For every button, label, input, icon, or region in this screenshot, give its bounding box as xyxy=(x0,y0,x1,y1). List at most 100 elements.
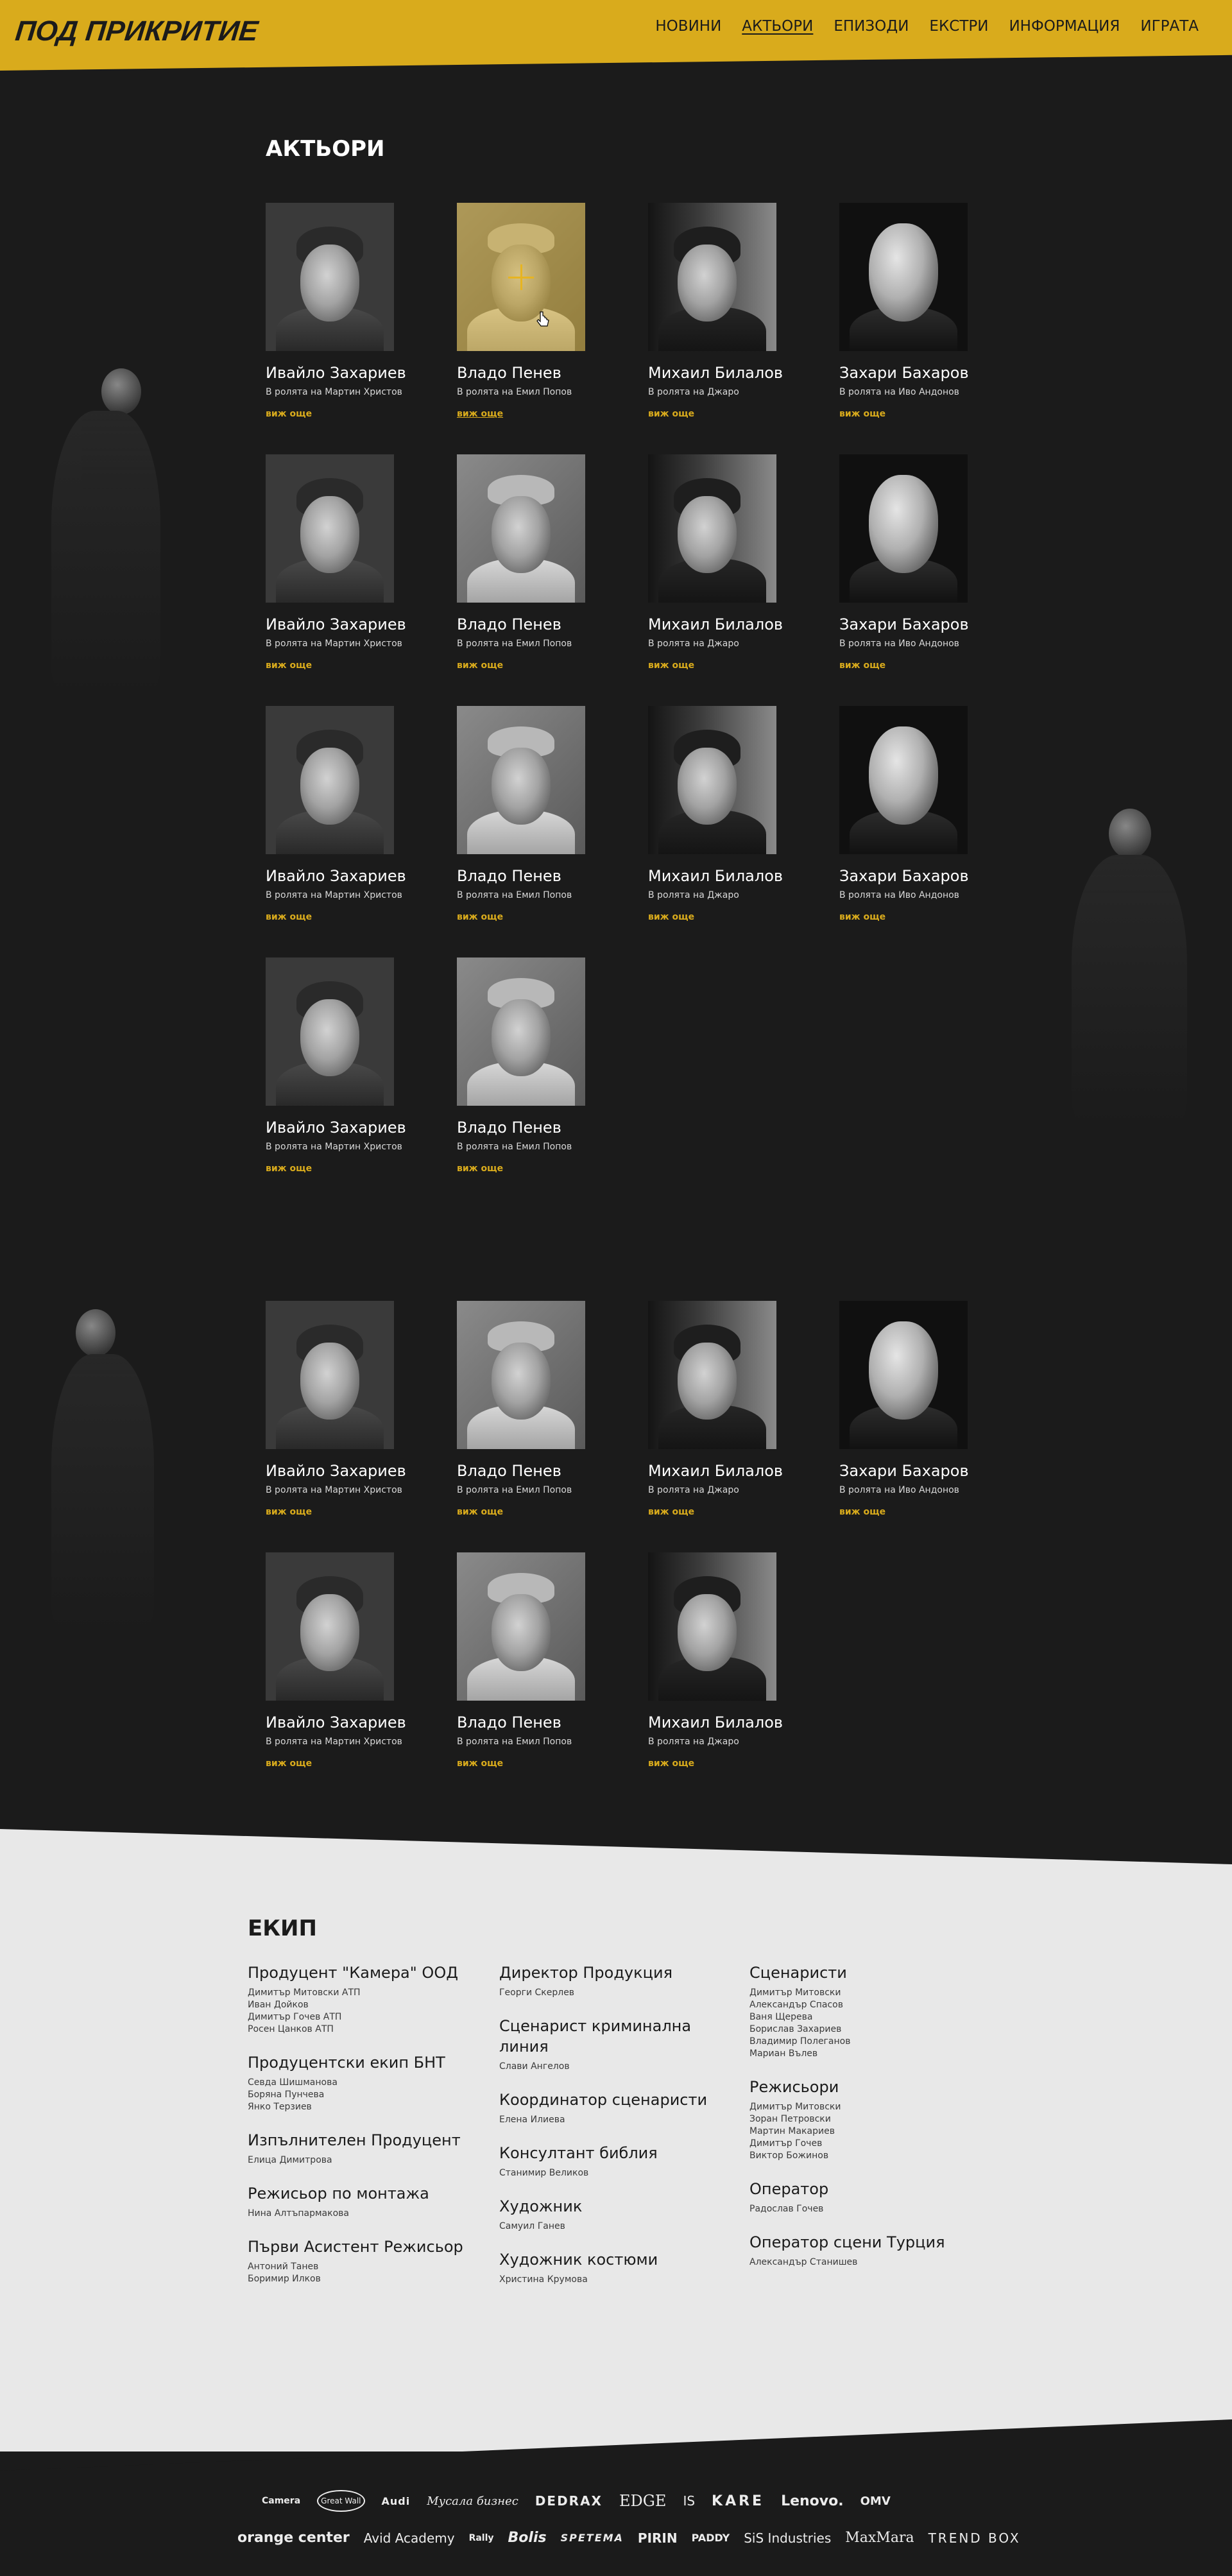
actor-role: В ролята на Джаро xyxy=(648,890,739,900)
sponsor-logo[interactable]: SiS Industries xyxy=(744,2530,831,2546)
nav-game[interactable]: ИГРАТА xyxy=(1130,17,1209,36)
actor-photo[interactable] xyxy=(266,957,394,1106)
nav-actors[interactable]: АКТЬОРИ xyxy=(732,17,823,36)
see-more-link[interactable]: виж още xyxy=(839,1507,886,1517)
actor-photo[interactable] xyxy=(648,1552,776,1701)
see-more-link[interactable]: виж още xyxy=(648,660,694,671)
sponsor-logo[interactable]: IS xyxy=(683,2493,695,2509)
crew-member: Севда Шишманова xyxy=(248,2077,338,2088)
crew-member: Радослав Гочев xyxy=(749,2204,824,2214)
see-more-link[interactable]: виж още xyxy=(266,660,312,671)
crew-block: Продуцентски екип БНТ Севда Шишманова Бор… xyxy=(248,2052,492,2113)
sponsor-logo[interactable]: Great Wall xyxy=(317,2490,365,2512)
actor-name: Захари Бахаров xyxy=(839,1462,969,1480)
sponsors-row-2: orange center Avid Academy Rally Bolis S… xyxy=(237,2530,1021,2546)
site-logo[interactable]: ПОД ПРИКРИТИЕ xyxy=(13,15,259,47)
see-more-link[interactable]: виж още xyxy=(457,1758,503,1769)
actor-photo[interactable] xyxy=(266,203,394,351)
crew-block: Първи Асистент Режисьор Антоний Танев Бор… xyxy=(248,2237,492,2285)
see-more-link[interactable]: виж още xyxy=(457,409,503,419)
actor-role: В ролята на Мартин Христов xyxy=(266,1142,402,1152)
sponsor-logo[interactable]: SPETEMA xyxy=(561,2532,624,2544)
see-more-link[interactable]: виж още xyxy=(648,1758,694,1769)
crew-member: Антоний Танев xyxy=(248,2262,319,2272)
actor-card: Ивайло Захариев В ролята на Мартин Христ… xyxy=(266,454,457,671)
see-more-link[interactable]: виж още xyxy=(457,660,503,671)
actor-photo[interactable] xyxy=(266,1552,394,1701)
see-more-link[interactable]: виж още xyxy=(266,409,312,419)
see-more-link[interactable]: виж още xyxy=(266,1163,312,1174)
see-more-link[interactable]: виж още xyxy=(457,1163,503,1174)
sponsor-logo[interactable]: Avid Academy xyxy=(364,2530,455,2546)
nav-extras[interactable]: ЕКСТРИ xyxy=(919,17,998,36)
crew-member: Боряна Пунчева xyxy=(248,2090,325,2100)
sponsor-logo[interactable]: Lenovo. xyxy=(781,2493,844,2509)
sponsor-logo[interactable]: MaxMara xyxy=(845,2530,914,2546)
see-more-link[interactable]: виж още xyxy=(457,912,503,922)
actor-card: Михаил Билалов В ролята на Джаро виж още xyxy=(648,203,839,420)
actor-role: В ролята на Мартин Христов xyxy=(266,1485,402,1495)
sponsor-logo[interactable]: TREND BOX xyxy=(928,2530,1021,2546)
actors-grid-bottom: Ивайло Захариев В ролята на Мартин Христ… xyxy=(266,1301,971,1769)
see-more-link[interactable]: виж още xyxy=(457,1507,503,1517)
sponsor-logo[interactable]: PADDY xyxy=(692,2532,730,2544)
actor-photo[interactable] xyxy=(839,203,968,351)
nav-info[interactable]: ИНФОРМАЦИЯ xyxy=(998,17,1130,36)
actor-photo[interactable] xyxy=(457,706,585,854)
actor-photo[interactable] xyxy=(648,203,776,351)
actor-photo[interactable] xyxy=(839,1301,968,1449)
actor-photo[interactable] xyxy=(457,203,585,351)
sponsor-logo[interactable]: Bolis xyxy=(508,2530,547,2546)
nav-episodes[interactable]: ЕПИЗОДИ xyxy=(823,17,919,36)
sponsor-logo[interactable]: Audi xyxy=(382,2495,411,2507)
sponsor-logo[interactable]: PIRIN xyxy=(638,2530,678,2546)
sponsor-logo[interactable]: KARE xyxy=(712,2493,764,2509)
actor-photo[interactable] xyxy=(648,454,776,603)
actor-photo[interactable] xyxy=(266,454,394,603)
actor-name: Ивайло Захариев xyxy=(266,364,406,382)
actor-photo[interactable] xyxy=(266,706,394,854)
actor-photo[interactable] xyxy=(457,1301,585,1449)
actor-photo[interactable] xyxy=(457,454,585,603)
crew-member: Борислав Захариев xyxy=(749,2024,842,2034)
sponsor-logo[interactable]: OMV xyxy=(860,2494,891,2508)
actor-photo[interactable] xyxy=(266,1301,394,1449)
crew-block: Директор Продукция Георги Скерлев xyxy=(499,1962,743,1999)
actor-card: Владо Пенев В ролята на Емил Попов виж о… xyxy=(457,454,648,671)
crew-column-1: Продуцент "Камера" ООД Димитър Митовски … xyxy=(248,1962,492,2302)
sponsor-logo[interactable]: Camera xyxy=(262,2496,300,2506)
actor-photo[interactable] xyxy=(648,706,776,854)
see-more-link[interactable]: виж още xyxy=(839,660,886,671)
sponsor-logo[interactable]: EDGE xyxy=(619,2492,666,2510)
actor-card: Владо Пенев В ролята на Емил Попов виж о… xyxy=(457,203,648,420)
see-more-link[interactable]: виж още xyxy=(839,912,886,922)
plus-icon xyxy=(508,264,534,290)
sponsor-logo[interactable]: Мусала бизнес xyxy=(427,2494,518,2508)
actor-name: Захари Бахаров xyxy=(839,364,969,382)
actor-photo[interactable] xyxy=(457,1552,585,1701)
see-more-link[interactable]: виж още xyxy=(266,912,312,922)
actor-photo[interactable] xyxy=(839,454,968,603)
sponsor-logo[interactable]: Rally xyxy=(469,2533,494,2543)
sponsor-logo[interactable]: DEDRAX xyxy=(535,2493,603,2509)
actor-role: В ролята на Иво Андонов xyxy=(839,387,959,397)
actor-photo[interactable] xyxy=(839,706,968,854)
crew-role: Оператор сцени Турция xyxy=(749,2233,945,2251)
crew-member: Иван Дойков xyxy=(248,2000,309,2010)
see-more-link[interactable]: виж още xyxy=(839,409,886,419)
sponsor-logo[interactable]: orange center xyxy=(237,2530,350,2546)
actor-card: Владо Пенев В ролята на Емил Попов виж о… xyxy=(457,1552,648,1769)
see-more-link[interactable]: виж още xyxy=(648,1507,694,1517)
see-more-link[interactable]: виж още xyxy=(648,409,694,419)
nav-news[interactable]: НОВИНИ xyxy=(645,17,732,36)
see-more-link[interactable]: виж още xyxy=(648,912,694,922)
actor-photo[interactable] xyxy=(648,1301,776,1449)
see-more-link[interactable]: виж още xyxy=(266,1507,312,1517)
character-silhouette-right xyxy=(1052,802,1206,1136)
actor-photo[interactable] xyxy=(457,957,585,1106)
actor-role: В ролята на Мартин Христов xyxy=(266,1737,402,1747)
actor-card: Ивайло Захариев В ролята на Мартин Христ… xyxy=(266,957,457,1174)
actor-card: Захари Бахаров В ролята на Иво Андонов в… xyxy=(839,1301,1031,1518)
actor-card: Ивайло Захариев В ролята на Мартин Христ… xyxy=(266,706,457,923)
see-more-link[interactable]: виж още xyxy=(266,1758,312,1769)
